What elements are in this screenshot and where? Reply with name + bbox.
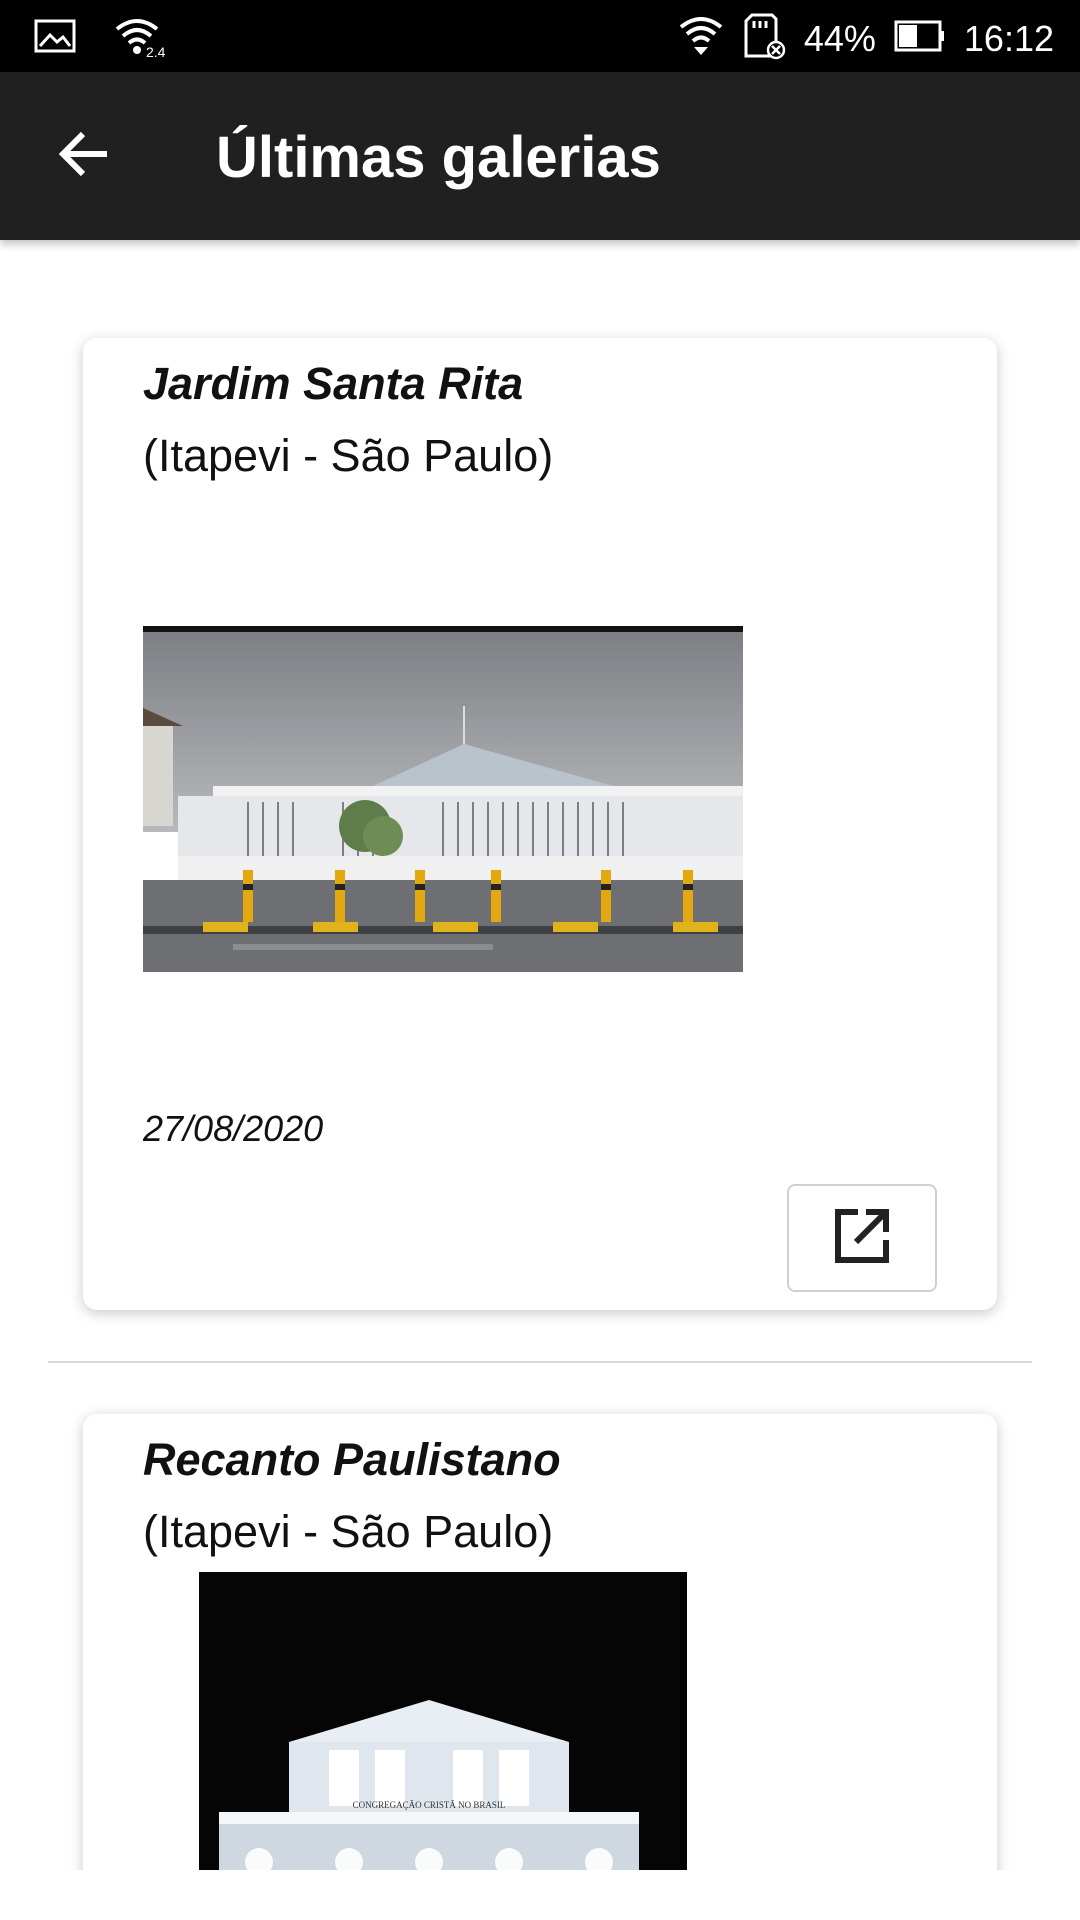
gallery-date: 27/08/2020: [143, 1108, 324, 1149]
list-divider: [48, 1361, 1032, 1363]
back-button[interactable]: [44, 116, 124, 196]
gallery-card[interactable]: Jardim Santa Rita (Itapevi - São Paulo): [83, 338, 997, 1310]
status-bar: 2.4 44% 16:12: [0, 0, 1080, 72]
sd-card-icon: [742, 12, 786, 65]
arrow-left-icon: [57, 130, 111, 183]
gallery-title: Jardim Santa Rita: [143, 358, 524, 409]
battery-icon: [894, 20, 946, 57]
wifi-band-label: 2.4: [146, 44, 166, 60]
wifi-signal-icon: [678, 13, 724, 64]
status-left: 2.4: [34, 16, 165, 61]
gallery-photo[interactable]: CONGREGAÇÃO CRISTÃ NO BRASIL: [199, 1572, 687, 1870]
gallery-title: Recanto Paulistano: [143, 1434, 561, 1485]
gallery-card[interactable]: Recanto Paulistano (Itapevi - São Paulo)…: [83, 1414, 997, 1870]
clock: 16:12: [963, 17, 1054, 59]
gallery-photo[interactable]: [143, 626, 743, 972]
page-title: Últimas galerias: [216, 125, 661, 190]
gallery-location: (Itapevi - São Paulo): [143, 430, 554, 481]
battery-percent: 44%: [803, 17, 876, 59]
open-gallery-button[interactable]: [787, 1184, 937, 1292]
photo-sign-text: CONGREGAÇÃO CRISTÃ NO BRASIL: [353, 1800, 506, 1810]
gallery-list[interactable]: Jardim Santa Rita (Itapevi - São Paulo): [0, 240, 1080, 1870]
gallery-icon: [34, 18, 76, 59]
gallery-location: (Itapevi - São Paulo): [143, 1506, 554, 1557]
app-bar: Últimas galerias: [0, 72, 1080, 240]
wifi-icon: 2.4: [114, 16, 165, 61]
open-external-icon: [832, 1206, 892, 1271]
status-right: 44% 16:12: [678, 12, 1054, 65]
